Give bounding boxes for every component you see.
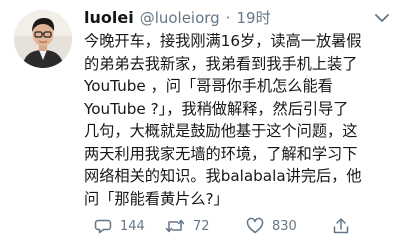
display-name[interactable]: luolei bbox=[84, 8, 134, 27]
heart-icon bbox=[246, 217, 264, 234]
tweet-text: 今晚开车，接我刚满16岁，读高一放暑假 的弟弟去我新家，我弟看到我手机上装了 Y… bbox=[84, 30, 394, 210]
like-button[interactable]: 830 bbox=[246, 217, 297, 235]
separator-dot: · bbox=[225, 9, 231, 27]
chevron-down-icon[interactable] bbox=[373, 11, 391, 25]
tweet-line: 问「那能看黄片么?」 bbox=[84, 189, 229, 208]
avatar-photo bbox=[14, 10, 72, 68]
tweet[interactable]: luolei @luoleiorg · 19时 今晚开车，接我刚满16岁，读高一… bbox=[0, 0, 400, 249]
user-handle[interactable]: @luoleiorg bbox=[140, 9, 220, 27]
tweet-line: YouTube ?」，我稍做解释，然后引导了 bbox=[84, 99, 349, 118]
reply-count: 144 bbox=[120, 218, 145, 234]
reply-button[interactable]: 144 bbox=[94, 217, 145, 235]
action-bar: 144 72 830 bbox=[84, 214, 384, 238]
tweet-line: YouTube ，问「哥哥你手机怎么能看 bbox=[84, 77, 333, 95]
tweet-line: 两天利用我家无墙的环境，了解和学习下 bbox=[84, 144, 358, 163]
tweet-line: 的弟弟去我新家，我弟看到我手机上装了 bbox=[84, 54, 358, 73]
avatar[interactable] bbox=[14, 10, 72, 68]
tweet-line: 今晚开车，接我刚满16岁，读高一放暑假 bbox=[84, 32, 362, 50]
retweet-button[interactable]: 72 bbox=[165, 217, 210, 235]
retweet-icon bbox=[165, 219, 185, 233]
tweet-line: 网络相关的知识。我balabala讲完后，他 bbox=[84, 167, 362, 185]
like-count: 830 bbox=[272, 218, 297, 234]
share-button[interactable] bbox=[332, 217, 350, 235]
timestamp[interactable]: 19时 bbox=[237, 7, 271, 28]
tweet-line: 几句，大概就是鼓励他基于这个问题，这 bbox=[84, 122, 358, 140]
share-icon bbox=[333, 218, 349, 234]
reply-icon bbox=[94, 219, 112, 234]
tweet-header: luolei @luoleiorg · 19时 bbox=[84, 7, 271, 31]
retweet-count: 72 bbox=[193, 218, 210, 234]
